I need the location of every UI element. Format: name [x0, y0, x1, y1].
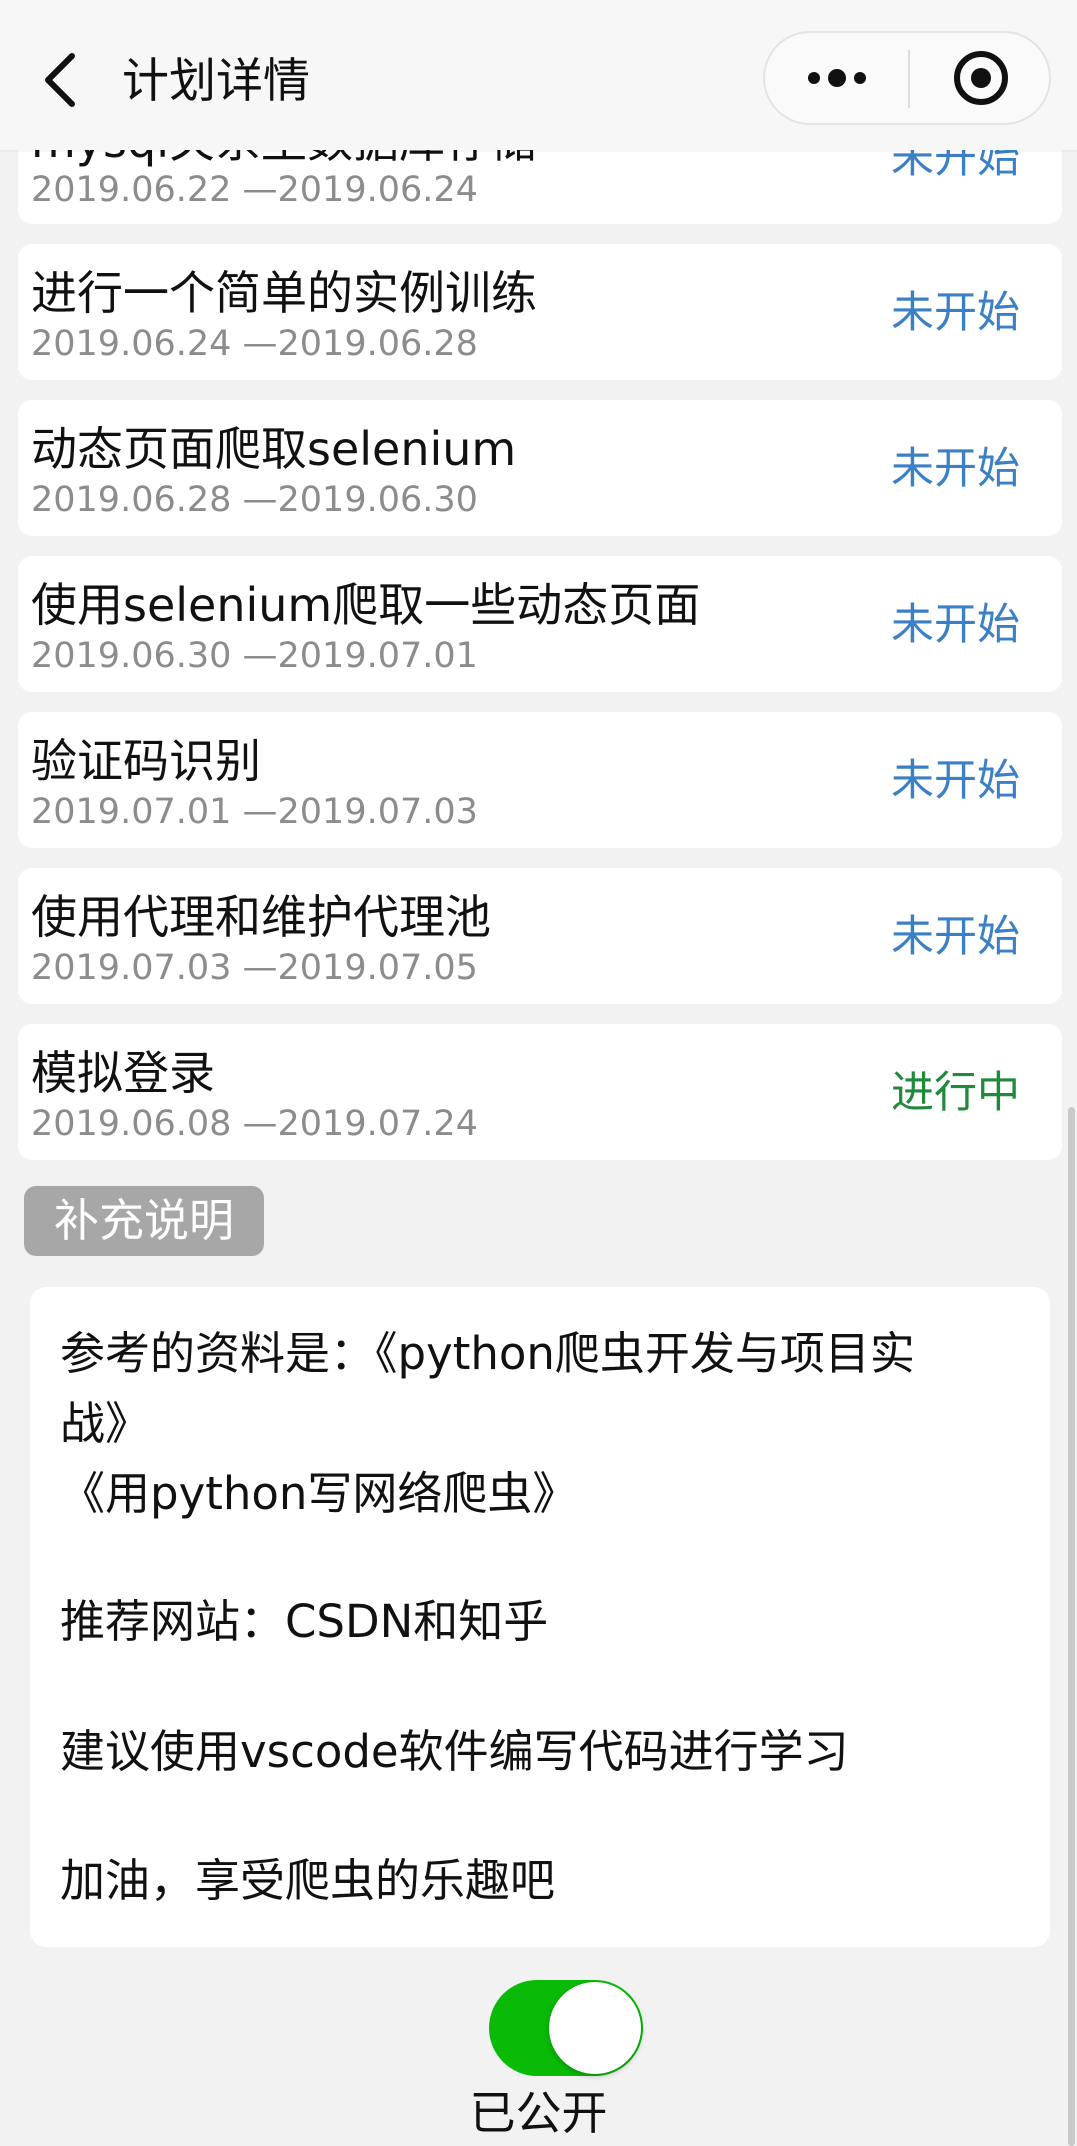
task-date: 2019.07.01 —2019.07.03 — [31, 792, 478, 832]
task-date: 2019.06.24 —2019.06.28 — [31, 324, 478, 364]
task-item[interactable]: 进行一个简单的实例训练 2019.06.24 —2019.06.28 未开始 — [18, 244, 1062, 380]
task-name: 使用selenium爬取一些动态页面 — [31, 578, 701, 632]
task-status: 未开始 — [891, 756, 1020, 806]
back-button[interactable] — [34, 48, 86, 112]
note-line: 参考的资料是：《python爬虫开发与项目实 — [60, 1327, 915, 1380]
task-name: 使用代理和维护代理池 — [31, 890, 491, 944]
nav-bar: 计划详情 — [0, 0, 1077, 150]
scrollbar[interactable] — [1068, 1107, 1075, 2146]
note-line: 推荐网站：CSDN和知乎 — [60, 1595, 549, 1648]
note-line: 加油，享受爬虫的乐趣吧 — [60, 1854, 556, 1907]
supplement-note: 参考的资料是：《python爬虫开发与项目实 战》 《用python写网络爬虫》… — [30, 1287, 1050, 1947]
close-circle-icon — [953, 51, 1008, 105]
task-status: 未开始 — [891, 912, 1020, 962]
task-status: 未开始 — [891, 288, 1020, 338]
task-item[interactable]: 使用代理和维护代理池 2019.07.03 —2019.07.05 未开始 — [18, 868, 1062, 1004]
task-item[interactable]: 动态页面爬取selenium 2019.06.28 —2019.06.30 未开… — [18, 400, 1062, 536]
task-item[interactable]: 使用selenium爬取一些动态页面 2019.06.30 —2019.07.0… — [18, 556, 1062, 692]
task-status: 进行中 — [891, 1068, 1020, 1118]
task-name: 模拟登录 — [31, 1046, 215, 1100]
mini-program-capsule — [763, 31, 1051, 125]
task-date: 2019.06.08 —2019.07.24 — [31, 1104, 478, 1144]
note-line: 《用python写网络爬虫》 — [60, 1467, 578, 1520]
note-line: 战》 — [60, 1397, 151, 1450]
task-status: 未开始 — [891, 444, 1020, 494]
task-status: 未开始 — [891, 600, 1020, 650]
task-item[interactable]: 验证码识别 2019.07.01 —2019.07.03 未开始 — [18, 712, 1062, 848]
task-date: 2019.07.03 —2019.07.05 — [31, 948, 478, 988]
task-name: 进行一个简单的实例训练 — [31, 266, 537, 320]
task-date: 2019.06.22 —2019.06.24 — [31, 170, 478, 210]
task-name: 验证码识别 — [31, 734, 261, 788]
page-title: 计划详情 — [122, 54, 310, 109]
supplement-tag: 补充说明 — [24, 1186, 264, 1256]
task-item[interactable]: 模拟登录 2019.06.08 —2019.07.24 进行中 — [18, 1024, 1062, 1160]
task-date: 2019.06.30 —2019.07.01 — [31, 636, 478, 676]
more-dots-icon — [807, 69, 866, 87]
more-button[interactable] — [765, 33, 908, 123]
toggle-knob — [549, 1982, 641, 2074]
public-toggle[interactable] — [489, 1980, 643, 2076]
public-toggle-label: 已公开 — [469, 2086, 608, 2140]
task-name: 动态页面爬取selenium — [31, 422, 517, 476]
chevron-left-icon — [45, 53, 75, 107]
note-line: 建议使用vscode软件编写代码进行学习 — [60, 1725, 849, 1778]
close-button[interactable] — [910, 33, 1051, 123]
task-date: 2019.06.28 —2019.06.30 — [31, 480, 478, 520]
